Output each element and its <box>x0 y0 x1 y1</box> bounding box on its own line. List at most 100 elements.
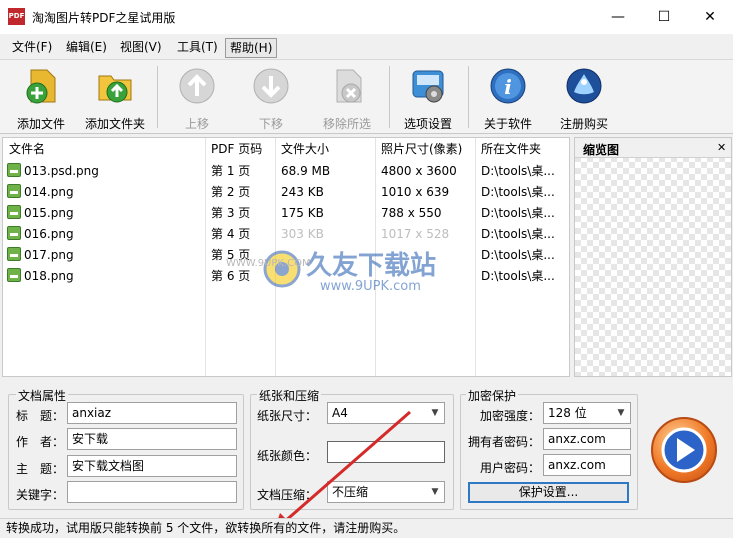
file-page: 第 1 页 <box>211 164 251 178</box>
file-folder: D:\tools\桌... <box>481 227 555 241</box>
add-folder-label: 添加文件夹 <box>84 117 145 131</box>
keywords-field[interactable] <box>67 481 237 503</box>
file-page: 第 3 页 <box>211 206 251 220</box>
register-label: 注册购买 <box>559 117 608 131</box>
toolbar-separator <box>389 66 390 128</box>
file-page: 第 6 页 <box>211 269 251 283</box>
file-size: 303 KB <box>281 227 324 241</box>
owner-password-field[interactable]: anxz.com <box>543 428 631 450</box>
options-button[interactable]: 选项设置 <box>393 62 463 132</box>
maximize-button[interactable]: ☐ <box>641 0 687 34</box>
file-folder: D:\tools\桌... <box>481 248 555 262</box>
strength-label: 加密强度： <box>480 409 541 423</box>
file-folder: D:\tools\桌... <box>481 269 555 283</box>
add-file-button[interactable]: 添加文件 <box>6 62 76 132</box>
add-file-icon <box>26 69 56 104</box>
file-folder: D:\tools\桌... <box>481 206 555 220</box>
file-dimensions: 1010 x 639 <box>381 185 450 199</box>
table-row[interactable]: 013.psd.png 第 1 页 68.9 MB 4800 x 3600 D:… <box>3 161 569 182</box>
subject-field[interactable]: 安下载文档图 <box>67 455 237 477</box>
thumbnail-panel: 缩览图 ✕ <box>574 137 732 377</box>
author-field[interactable]: 安下载 <box>67 428 237 450</box>
watermark-title: 久友下载站 <box>306 251 437 281</box>
remove-selected-button[interactable]: 移除所选 <box>312 62 382 132</box>
file-size: 243 KB <box>281 185 324 199</box>
column-header-size[interactable]: 文件大小 <box>275 138 329 160</box>
menu-view[interactable]: 视图(V) <box>116 38 166 58</box>
menu-help[interactable]: 帮助(H) <box>225 38 278 58</box>
register-button[interactable]: 注册购买 <box>549 62 619 132</box>
chevron-down-icon: ▼ <box>431 408 439 418</box>
watermark-small-url: WWW.9UPK.COM <box>226 258 311 269</box>
info-icon: i <box>490 68 526 104</box>
move-down-label: 下移 <box>258 117 283 131</box>
file-name: 017.png <box>24 248 74 262</box>
strength-value: 128 位 <box>548 406 587 420</box>
doc-properties-title: 文档属性 <box>16 387 69 404</box>
keywords-label: 关键字： <box>16 488 65 502</box>
table-row[interactable]: 015.png 第 3 页 175 KB 788 x 550 D:\tools\… <box>3 203 569 224</box>
file-name: 016.png <box>24 227 74 241</box>
title-label: 标 题： <box>16 409 65 423</box>
subject-label: 主 题： <box>16 462 65 476</box>
menu-tools[interactable]: 工具(T) <box>173 38 222 58</box>
menu-file[interactable]: 文件(F) <box>8 38 56 58</box>
watermark-logo-icon <box>263 250 301 288</box>
window-title: 淘淘图片转PDF之星试用版 <box>32 11 176 25</box>
owner-password-label: 拥有者密码： <box>468 435 541 449</box>
add-folder-button[interactable]: 添加文件夹 <box>80 62 150 132</box>
png-file-icon <box>7 247 21 261</box>
app-icon: PDF <box>8 8 25 25</box>
paper-color-label: 纸张颜色： <box>257 449 318 463</box>
file-folder: D:\tools\桌... <box>481 164 555 178</box>
file-size: 68.9 MB <box>281 164 331 178</box>
move-down-button[interactable]: 下移 <box>236 62 306 132</box>
close-button[interactable]: ✕ <box>687 0 733 34</box>
png-file-icon <box>7 163 21 177</box>
remove-selected-label: 移除所选 <box>322 117 371 131</box>
remove-file-icon <box>336 69 362 103</box>
file-folder: D:\tools\桌... <box>481 185 555 199</box>
chevron-down-icon: ▼ <box>617 408 625 418</box>
table-row[interactable]: 014.png 第 2 页 243 KB 1010 x 639 D:\tools… <box>3 182 569 203</box>
author-label: 作 者： <box>16 435 65 449</box>
convert-button[interactable] <box>651 417 717 483</box>
file-name: 018.png <box>24 269 74 283</box>
move-up-button[interactable]: 上移 <box>162 62 232 132</box>
watermark: 久友下载站 www.9UPK.com <box>262 245 462 305</box>
toolbar-separator <box>468 66 469 128</box>
strength-select[interactable]: 128 位 ▼ <box>543 402 631 424</box>
watermark-url: www.9UPK.com <box>320 279 421 294</box>
paper-size-select[interactable]: A4 ▼ <box>327 402 445 424</box>
minimize-button[interactable]: — <box>595 0 641 34</box>
add-file-label: 添加文件 <box>16 117 65 131</box>
paper-title: 纸张和压缩 <box>257 387 322 404</box>
menu-edit[interactable]: 编辑(E) <box>62 38 111 58</box>
compression-select[interactable]: 不压缩 ▼ <box>327 481 445 503</box>
file-page: 第 4 页 <box>211 227 251 241</box>
arrow-up-icon <box>179 68 215 104</box>
paper-size-value: A4 <box>332 406 348 420</box>
column-header-name[interactable]: 文件名 <box>3 138 45 160</box>
file-dimensions: 4800 x 3600 <box>381 164 457 178</box>
file-name: 013.psd.png <box>24 164 99 178</box>
compression-label: 文档压缩： <box>257 488 318 502</box>
png-file-icon <box>7 184 21 198</box>
paper-size-label: 纸张尺寸： <box>257 409 318 423</box>
about-button[interactable]: i 关于软件 <box>473 62 543 132</box>
user-password-field[interactable]: anxz.com <box>543 454 631 476</box>
status-bar: 转换成功，试用版只能转换前 5 个文件，欲转换所有的文件，请注册购买。 <box>0 518 733 537</box>
column-header-page[interactable]: PDF 页码 <box>205 138 262 160</box>
column-header-folder[interactable]: 所在文件夹 <box>475 138 541 160</box>
thumbnail-title: 缩览图 <box>583 143 620 157</box>
paper-color-swatch[interactable] <box>327 441 445 463</box>
arrow-down-icon <box>253 68 289 104</box>
column-header-dimensions[interactable]: 照片尺寸(像素) <box>375 138 462 160</box>
protect-settings-button[interactable]: 保护设置... <box>468 482 629 503</box>
title-field[interactable]: anxiaz <box>67 402 237 424</box>
title-bar: PDF 淘淘图片转PDF之星试用版 — ☐ ✕ <box>0 0 733 34</box>
settings-icon <box>412 70 444 103</box>
close-icon[interactable]: ✕ <box>717 141 726 154</box>
table-row[interactable]: 016.png 第 4 页 303 KB 1017 x 528 D:\tools… <box>3 224 569 245</box>
svg-text:i: i <box>504 75 512 99</box>
